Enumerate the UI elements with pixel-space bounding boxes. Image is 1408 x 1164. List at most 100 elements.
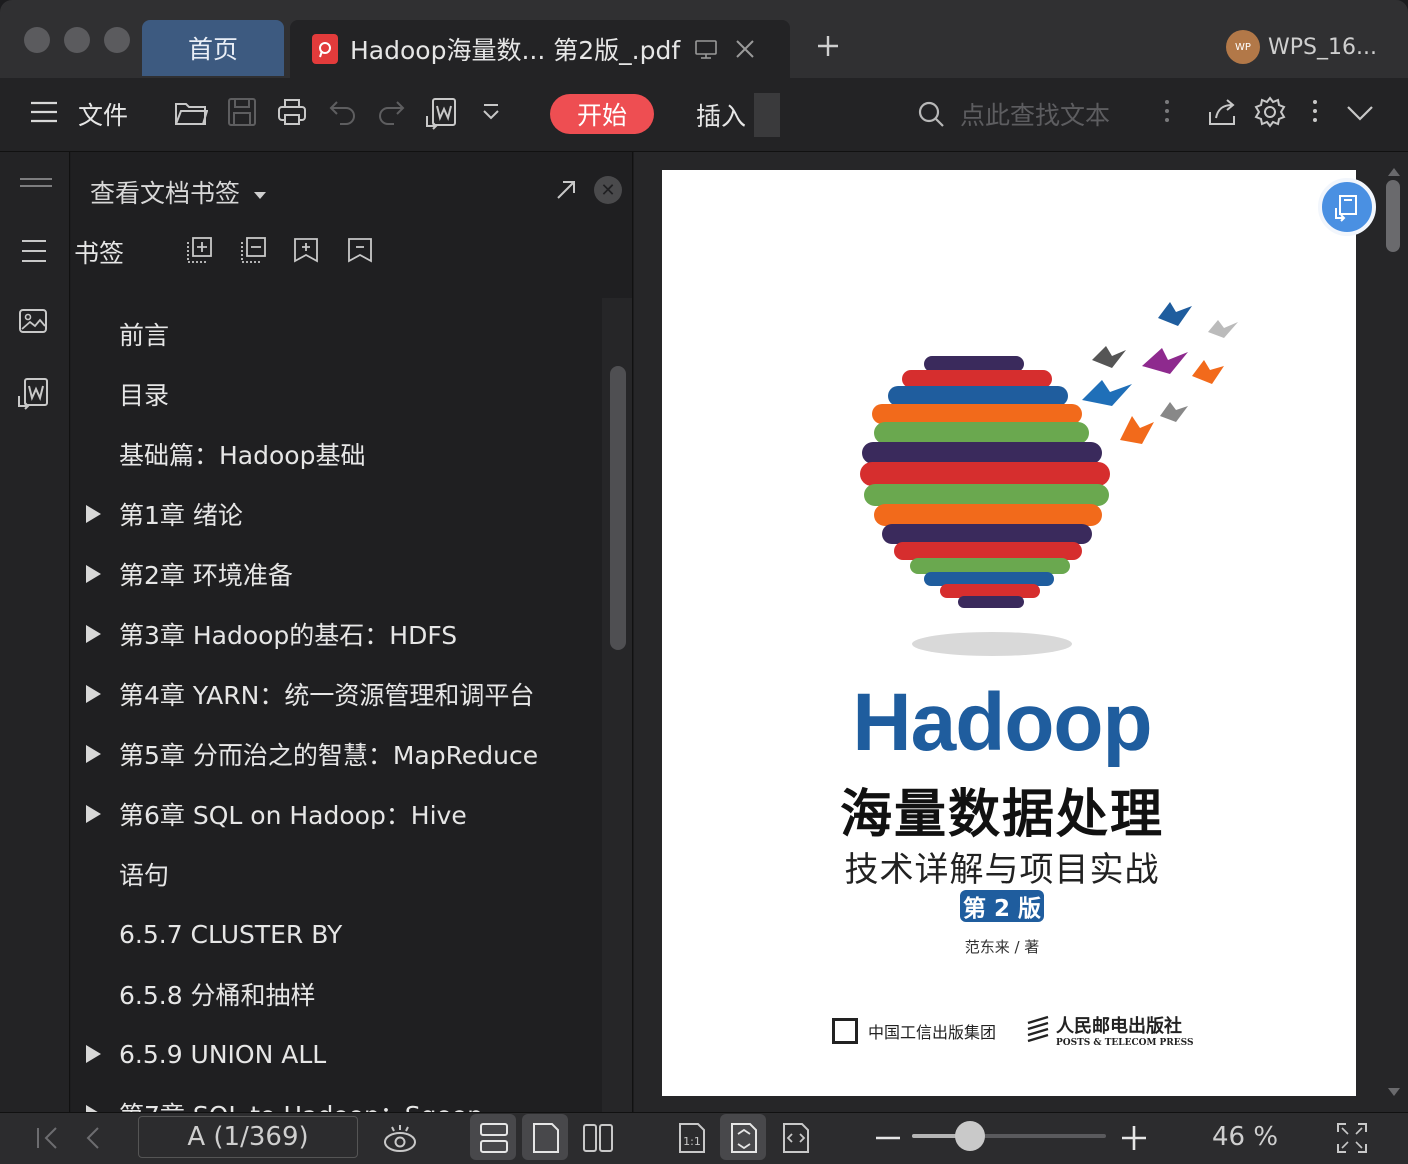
bookmark-item[interactable]: 第7章 SQL to Hadoop：Sqoop bbox=[72, 1084, 602, 1112]
expand-triangle-icon[interactable] bbox=[86, 505, 101, 523]
file-menu-label[interactable]: 文件 bbox=[78, 96, 128, 132]
cover-edition-badge: 第 2 版 bbox=[960, 890, 1044, 922]
pdf-file-icon bbox=[312, 34, 338, 64]
bookmark-item[interactable]: 6.5.8 分桶和抽样 bbox=[72, 964, 602, 1024]
panel-scrollbar-thumb[interactable] bbox=[610, 366, 626, 650]
bookmark-item[interactable]: 前言 bbox=[72, 304, 602, 364]
search-box[interactable]: 点此查找文本 bbox=[916, 96, 1110, 132]
previous-page-icon[interactable] bbox=[76, 1120, 112, 1156]
scroll-down-arrow-icon[interactable] bbox=[1388, 1088, 1400, 1096]
bookmark-item[interactable]: 目录 bbox=[72, 364, 602, 424]
bookmark-list-icon[interactable] bbox=[20, 238, 48, 264]
thumbnail-icon[interactable] bbox=[18, 308, 48, 336]
floating-convert-button[interactable] bbox=[1318, 178, 1376, 236]
tab-home[interactable]: 首页 bbox=[142, 20, 284, 76]
publisher-press-name: 人民邮电出版社 bbox=[1056, 1016, 1182, 1037]
convert-icon[interactable] bbox=[16, 376, 50, 410]
fit-width-icon[interactable] bbox=[778, 1120, 814, 1156]
cover-subtitle: 技术详解与项目实战 bbox=[844, 850, 1160, 890]
publisher-group-name: 中国工信出版集团 bbox=[868, 1023, 997, 1042]
bookmark-item[interactable]: 第4章 YARN：统一资源管理和调平台 bbox=[72, 664, 602, 724]
undock-panel-icon[interactable] bbox=[554, 178, 578, 202]
bookmark-item[interactable]: 第2章 环境准备 bbox=[72, 544, 602, 604]
publisher-press-logo: 人民邮电出版社 POSTS & TELECOM PRESS bbox=[1026, 1012, 1193, 1048]
zoom-in-icon[interactable] bbox=[1116, 1120, 1152, 1156]
add-bookmark-icon[interactable] bbox=[292, 236, 320, 264]
bookmark-item[interactable]: 语句 bbox=[72, 844, 602, 904]
expand-triangle-icon[interactable] bbox=[86, 685, 101, 703]
print-icon[interactable] bbox=[276, 96, 308, 128]
window-close-button[interactable] bbox=[24, 27, 50, 53]
tab-document-title: Hadoop海量数... 第2版_.pdf bbox=[350, 36, 681, 65]
svg-text:1:1: 1:1 bbox=[683, 1135, 701, 1148]
scroll-up-arrow-icon[interactable] bbox=[1388, 168, 1400, 176]
expand-triangle-icon[interactable] bbox=[86, 625, 101, 643]
two-page-icon[interactable] bbox=[580, 1120, 616, 1156]
bookmark-item[interactable]: 6.5.7 CLUSTER BY bbox=[72, 904, 602, 964]
zoom-slider-knob[interactable] bbox=[955, 1121, 985, 1151]
more-options-icon[interactable] bbox=[1300, 96, 1332, 128]
collapse-ribbon-chevron-icon[interactable] bbox=[1344, 96, 1376, 128]
undo-icon[interactable] bbox=[328, 96, 360, 128]
expand-triangle-icon[interactable] bbox=[86, 745, 101, 763]
fullscreen-icon[interactable] bbox=[1334, 1120, 1370, 1156]
search-icon bbox=[916, 99, 960, 129]
tab-document[interactable]: Hadoop海量数... 第2版_.pdf bbox=[290, 20, 790, 78]
vertical-more-icon[interactable] bbox=[1152, 96, 1184, 128]
pdf-to-word-icon[interactable] bbox=[424, 96, 456, 130]
zoom-out-icon[interactable] bbox=[870, 1120, 906, 1156]
close-panel-icon[interactable]: ✕ bbox=[594, 176, 622, 204]
bookmark-item[interactable]: 6.5.9 UNION ALL bbox=[72, 1024, 602, 1084]
bookmark-item[interactable]: 第3章 Hadoop的基石：HDFS bbox=[72, 604, 602, 664]
share-icon[interactable] bbox=[1206, 96, 1238, 128]
actual-size-icon[interactable]: 1:1 bbox=[674, 1120, 710, 1156]
page-number-input[interactable]: A (1/369) bbox=[138, 1116, 358, 1158]
more-tools-dropdown-icon[interactable] bbox=[476, 96, 508, 128]
delete-bookmark-icon[interactable] bbox=[346, 236, 374, 264]
publisher-press-name-en: POSTS & TELECOM PRESS bbox=[1056, 1038, 1194, 1048]
fit-page-icon[interactable] bbox=[726, 1120, 762, 1156]
close-tab-icon[interactable] bbox=[734, 38, 756, 60]
expand-triangle-icon[interactable] bbox=[86, 1105, 101, 1112]
zoom-level[interactable]: 46 % bbox=[1212, 1122, 1278, 1152]
tab-start-button[interactable]: 开始 bbox=[550, 94, 654, 134]
panel-title: 查看文档书签 bbox=[90, 179, 241, 208]
save-icon[interactable] bbox=[226, 96, 258, 128]
document-scrollbar-thumb[interactable] bbox=[1386, 180, 1400, 252]
account-menu[interactable]: WP WPS_16... bbox=[1226, 30, 1377, 64]
hamburger-menu-icon[interactable] bbox=[28, 96, 60, 128]
expand-triangle-icon[interactable] bbox=[86, 1045, 101, 1063]
cover-author: 范东来 / 著 bbox=[964, 938, 1040, 956]
redo-icon[interactable] bbox=[376, 96, 408, 128]
single-page-icon[interactable] bbox=[528, 1120, 564, 1156]
ribbon-scroll-right-button[interactable] bbox=[754, 93, 780, 137]
continuous-view-icon[interactable] bbox=[476, 1120, 512, 1156]
expand-triangle-icon[interactable] bbox=[86, 805, 101, 823]
window-zoom-button[interactable] bbox=[104, 27, 130, 53]
cover-hadoop-title: Hadoop bbox=[852, 677, 1152, 768]
search-placeholder: 点此查找文本 bbox=[960, 101, 1111, 130]
collapse-panel-icon[interactable] bbox=[20, 176, 52, 190]
cover-illustration bbox=[860, 302, 1238, 656]
bookmark-item[interactable]: 第6章 SQL on Hadoop：Hive bbox=[72, 784, 602, 844]
new-tab-plus-icon[interactable] bbox=[812, 30, 844, 62]
bookmark-item[interactable]: 第5章 分而治之的智慧：MapReduce bbox=[72, 724, 602, 784]
publisher-group-logo: 中国工信出版集团 bbox=[832, 1018, 996, 1044]
window-minimize-button[interactable] bbox=[64, 27, 90, 53]
settings-gear-icon[interactable] bbox=[1254, 96, 1286, 128]
tab-insert-button[interactable]: 插入 bbox=[696, 97, 746, 133]
screen-icon[interactable] bbox=[694, 37, 718, 61]
pdf-page bbox=[662, 170, 1356, 1096]
expand-triangle-icon[interactable] bbox=[86, 565, 101, 583]
eye-protection-icon[interactable] bbox=[382, 1120, 418, 1156]
open-folder-icon[interactable] bbox=[174, 96, 208, 128]
avatar: WP bbox=[1226, 30, 1260, 64]
panel-title-dropdown[interactable]: 查看文档书签 bbox=[90, 174, 266, 210]
publisher-mark-icon bbox=[832, 1018, 858, 1044]
expand-all-icon[interactable] bbox=[186, 236, 214, 264]
bookmark-item[interactable]: 第1章 绪论 bbox=[72, 484, 602, 544]
bookmark-item[interactable]: 基础篇：Hadoop基础 bbox=[72, 424, 602, 484]
cover-main-title: 海量数据处理 bbox=[839, 785, 1164, 845]
collapse-all-icon[interactable] bbox=[240, 236, 268, 264]
first-page-icon[interactable] bbox=[30, 1120, 66, 1156]
